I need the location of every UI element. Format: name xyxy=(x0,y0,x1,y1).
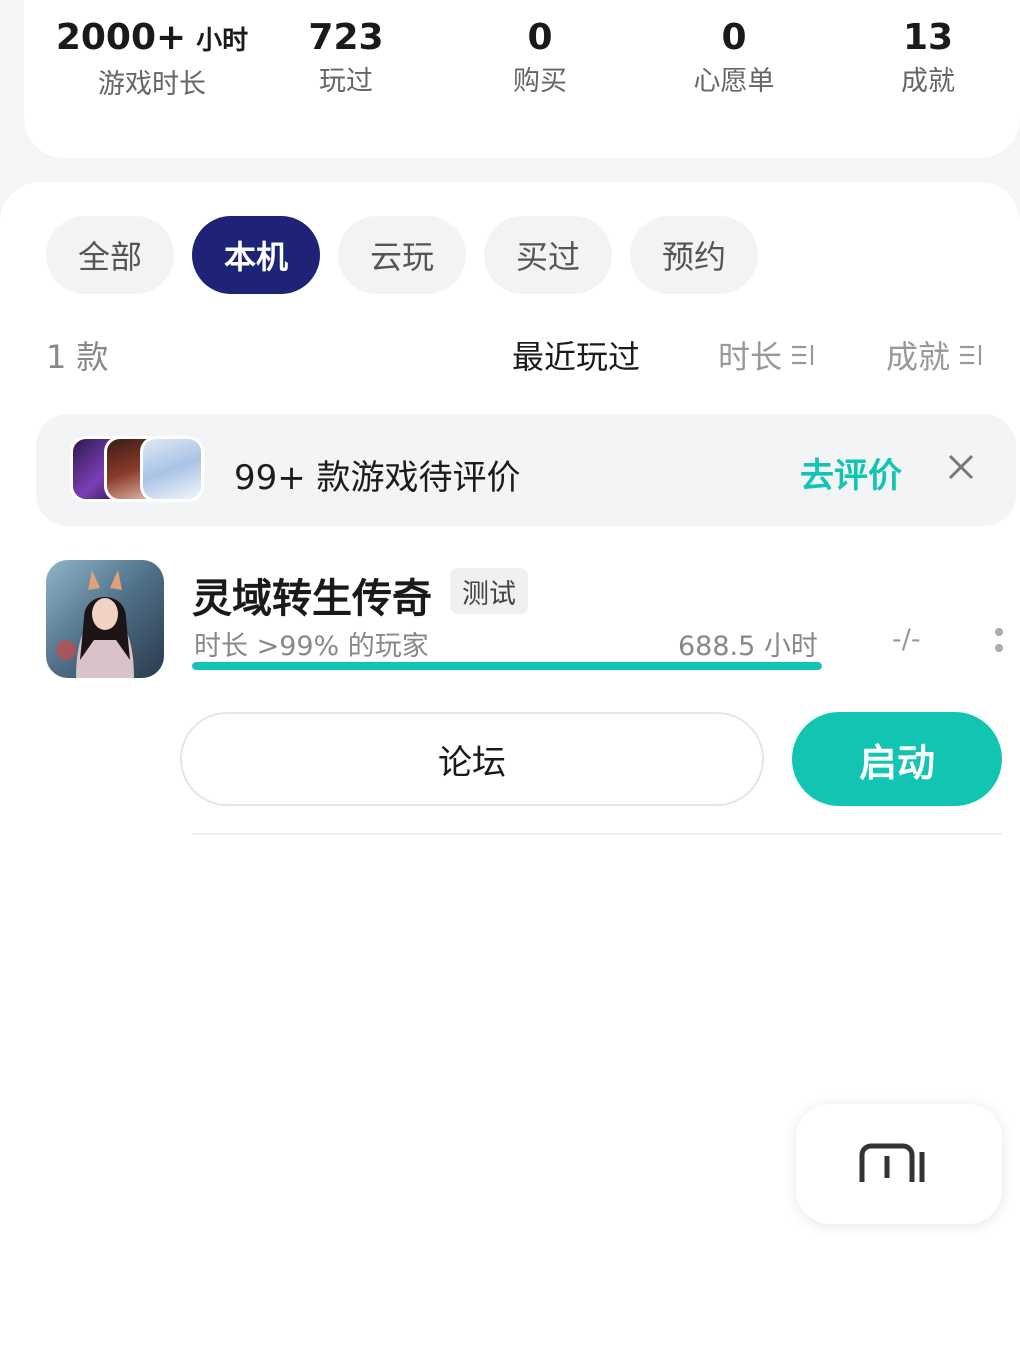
review-banner[interactable]: 99+ 款游戏待评价 去评价 xyxy=(36,414,1016,526)
close-icon[interactable] xyxy=(942,448,980,486)
game-library-page: 2000+ 小时 游戏时长 723 玩过 0 购买 0 心愿单 13 成就 全部 … xyxy=(0,0,1020,1360)
achievement-count: -/- xyxy=(892,624,921,655)
stats-card: 2000+ 小时 游戏时长 723 玩过 0 购买 0 心愿单 13 成就 xyxy=(24,0,1020,158)
stat-label: 购买 xyxy=(513,66,567,97)
tab-local[interactable]: 本机 xyxy=(192,216,320,294)
stat-label: 心愿单 xyxy=(693,66,775,97)
playtime-progress-bar xyxy=(192,662,822,670)
tab-reserved[interactable]: 预约 xyxy=(630,216,758,294)
stat-label: 玩过 xyxy=(319,66,373,97)
sort-achievement[interactable]: 成就 xyxy=(886,332,984,378)
sort-label: 时长 xyxy=(718,338,783,376)
tab-cloud[interactable]: 云玩 xyxy=(338,216,466,294)
tab-purchased[interactable]: 买过 xyxy=(484,216,612,294)
game-thumb-icon xyxy=(140,436,204,502)
forum-button[interactable]: 论坛 xyxy=(180,712,764,806)
sort-recent[interactable]: 最近玩过 xyxy=(512,332,640,378)
stat-purchased[interactable]: 0 购买 xyxy=(440,16,640,100)
playtime-hours: 688.5 小时 xyxy=(678,631,818,662)
tab-all[interactable]: 全部 xyxy=(46,216,174,294)
game-cover-image[interactable] xyxy=(46,560,164,678)
playtime-rank: 时长 >99% 的玩家 xyxy=(194,631,429,662)
stat-label: 游戏时长 xyxy=(98,69,206,100)
game-icon-stack xyxy=(70,436,210,504)
game-count: 1 款 xyxy=(46,338,109,376)
floating-download-button[interactable] xyxy=(796,1104,1002,1224)
stat-value: 13 xyxy=(902,17,954,58)
stat-value: 723 xyxy=(308,17,384,58)
go-review-button[interactable]: 去评价 xyxy=(800,448,902,497)
review-prompt-text: 99+ 款游戏待评价 xyxy=(234,458,521,498)
progress-fill xyxy=(192,662,822,670)
test-badge: 测试 xyxy=(450,568,528,614)
divider xyxy=(192,833,1002,835)
stat-unit: 小时 xyxy=(196,26,249,56)
stat-label: 成就 xyxy=(901,66,955,97)
sort-icon xyxy=(960,345,982,365)
stat-value: 0 xyxy=(721,17,747,58)
sort-label: 最近玩过 xyxy=(512,338,641,376)
stat-value: 0 xyxy=(527,17,553,58)
launch-button[interactable]: 启动 xyxy=(792,712,1002,806)
more-options-icon[interactable] xyxy=(992,624,1006,658)
download-icon xyxy=(859,1143,925,1182)
sort-icon xyxy=(792,345,814,365)
stat-played[interactable]: 723 玩过 xyxy=(246,16,446,100)
game-title[interactable]: 灵域转生传奇 xyxy=(192,566,432,624)
stat-achievements[interactable]: 13 成就 xyxy=(828,16,1020,100)
sort-duration[interactable]: 时长 xyxy=(718,332,816,378)
stat-value: 2000+ 小时 xyxy=(55,17,249,58)
sort-label: 成就 xyxy=(886,338,951,376)
stat-wishlist[interactable]: 0 心愿单 xyxy=(634,16,834,100)
stat-playtime[interactable]: 2000+ 小时 游戏时长 xyxy=(52,16,252,103)
